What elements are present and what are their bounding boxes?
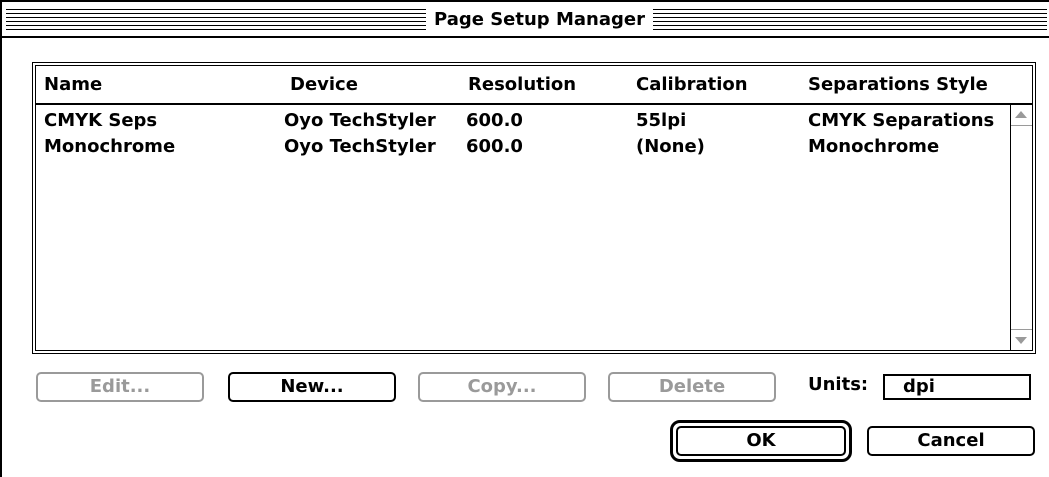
column-header-device[interactable]: Device: [290, 74, 358, 95]
title-bar[interactable]: Page Setup Manager: [2, 0, 1049, 38]
row-name: Monochrome: [44, 136, 176, 157]
column-header-name[interactable]: Name: [44, 74, 102, 95]
edit-button[interactable]: Edit...: [36, 372, 204, 402]
row-separations-style: Monochrome: [808, 136, 940, 157]
row-name: CMYK Seps: [44, 110, 158, 131]
cancel-button[interactable]: Cancel: [867, 426, 1035, 456]
title-bar-stripes-left: [6, 9, 426, 31]
vertical-scrollbar[interactable]: [1010, 105, 1032, 350]
units-label: Units:: [808, 374, 869, 395]
row-device: Oyo TechStyler: [284, 110, 436, 131]
units-popup[interactable]: dpi: [883, 374, 1031, 400]
column-header-calibration[interactable]: Calibration: [636, 74, 748, 95]
row-calibration: 55lpi: [636, 110, 687, 131]
ok-button[interactable]: OK: [676, 426, 846, 456]
new-button[interactable]: New...: [228, 372, 396, 402]
window-title: Page Setup Manager: [426, 6, 653, 34]
column-header-separations-style[interactable]: Separations Style: [808, 74, 988, 95]
row-device: Oyo TechStyler: [284, 136, 436, 157]
title-bar-stripes-right: [644, 9, 1047, 31]
page-setup-manager-dialog: Page Setup Manager Name Device Resolutio…: [0, 0, 1049, 477]
row-separations-style: CMYK Separations: [808, 110, 995, 131]
page-setups-list[interactable]: Name Device Resolution Calibration Separ…: [32, 62, 1036, 354]
scroll-up-arrow-icon[interactable]: [1011, 105, 1032, 126]
copy-button[interactable]: Copy...: [418, 372, 586, 402]
row-resolution: 600.0: [466, 110, 523, 131]
delete-button[interactable]: Delete: [608, 372, 776, 402]
header-divider: [36, 103, 1032, 105]
row-resolution: 600.0: [466, 136, 523, 157]
scroll-down-arrow-icon[interactable]: [1011, 329, 1032, 350]
row-calibration: (None): [636, 136, 705, 157]
column-header-resolution[interactable]: Resolution: [468, 74, 576, 95]
